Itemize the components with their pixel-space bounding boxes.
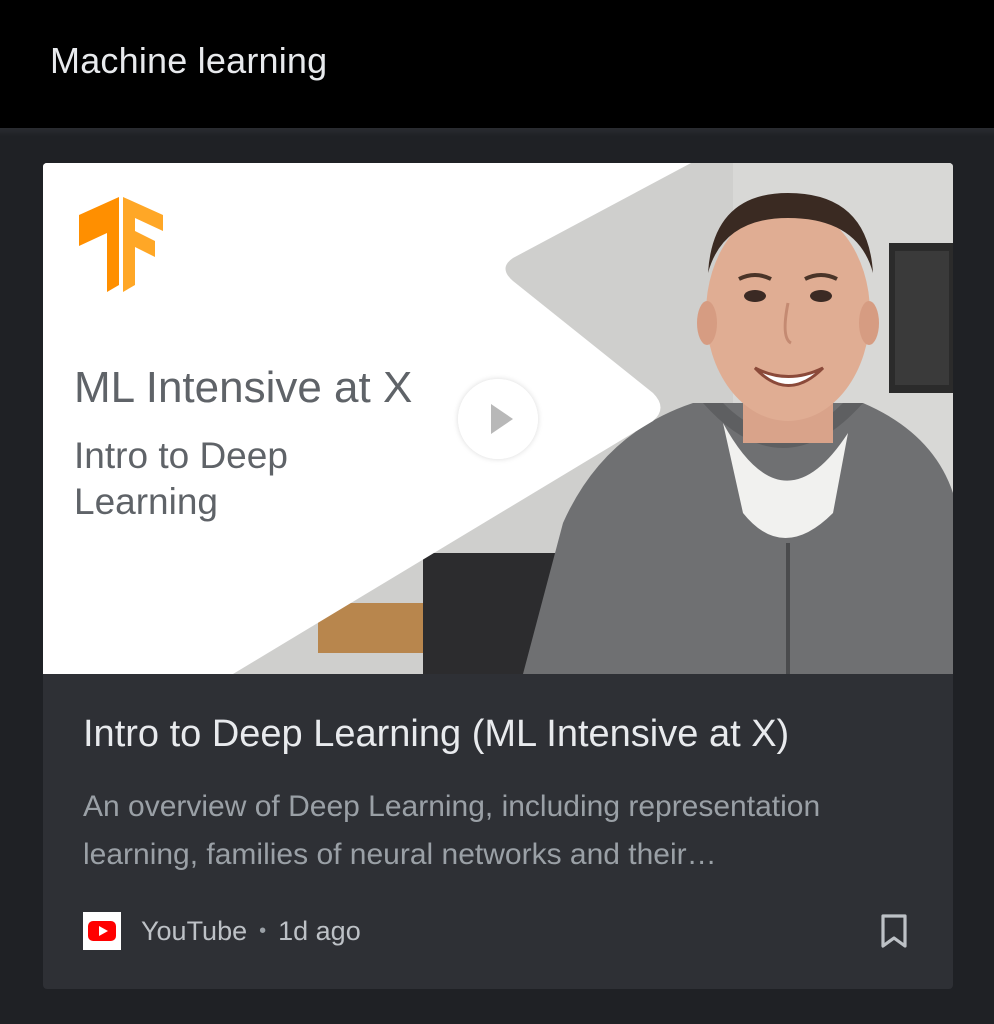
play-icon[interactable] — [458, 379, 538, 459]
person-head — [706, 205, 870, 421]
wall-picture — [895, 251, 949, 385]
publish-time: 1d ago — [278, 915, 361, 946]
source-name: YouTube — [141, 915, 248, 946]
person-ear-right — [859, 301, 879, 345]
topic-header: Machine learning — [0, 0, 994, 128]
thumbnail-title: ML Intensive at X — [74, 363, 413, 412]
source-row: YouTube • 1d ago — [83, 911, 361, 951]
hoodie-zipper — [786, 543, 790, 674]
video-thumbnail[interactable]: ML Intensive at X Intro to Deep Learning — [43, 163, 953, 674]
header-divider — [0, 128, 994, 136]
bookmark-icon[interactable] — [879, 913, 909, 949]
thumbnail-subtitle: Intro to Deep Learning — [74, 435, 288, 522]
card-description: An overview of Deep Learning, including … — [83, 790, 821, 871]
feed-page: Machine learning ML Intensive at X Intro… — [0, 0, 994, 1024]
card-title[interactable]: Intro to Deep Learning (ML Intensive at … — [83, 713, 789, 756]
person-ear-left — [697, 301, 717, 345]
person-eye-right — [810, 290, 832, 302]
youtube-icon — [83, 912, 121, 950]
article-card[interactable]: ML Intensive at X Intro to Deep Learning… — [43, 163, 953, 989]
separator-dot: • — [259, 919, 267, 942]
topic-title: Machine learning — [50, 40, 328, 81]
person-eye-left — [744, 290, 766, 302]
